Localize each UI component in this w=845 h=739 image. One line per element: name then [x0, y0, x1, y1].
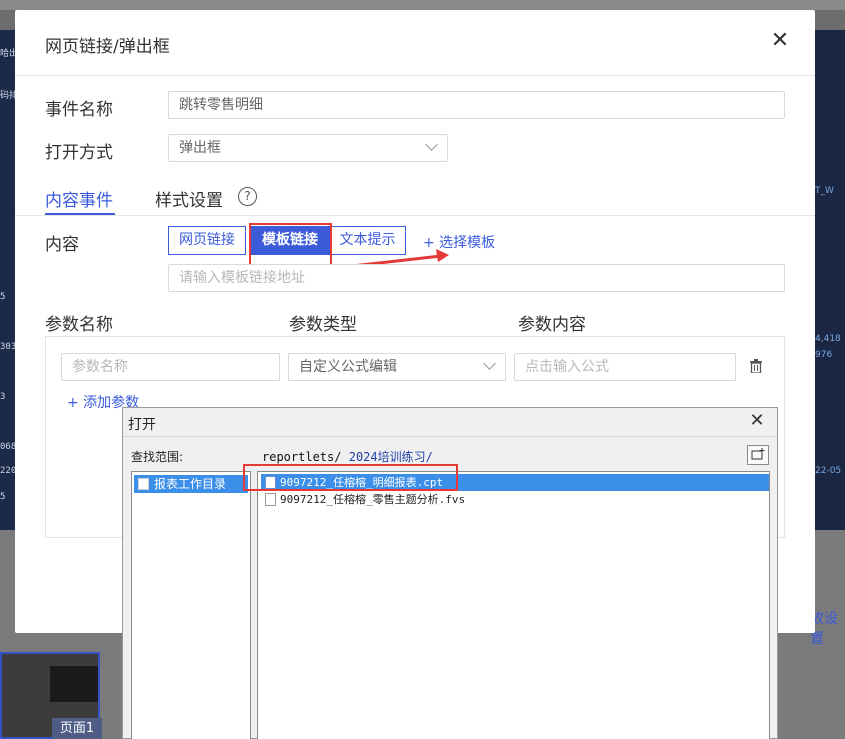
event-name-label: 事件名称: [45, 100, 113, 120]
tab-content-event[interactable]: 内容事件: [45, 186, 113, 211]
look-in-label: 查找范围:: [131, 450, 184, 464]
page-label[interactable]: 页面1: [52, 718, 102, 739]
open-mode-select[interactable]: 弹出框: [168, 134, 448, 162]
new-folder-icon: [751, 448, 765, 460]
content-label: 内容: [45, 235, 79, 255]
backdrop-text: 22-05: [815, 466, 842, 476]
backdrop-left-strip: [0, 30, 16, 530]
path-prefix: reportlets/: [262, 450, 342, 464]
backdrop-text: T_W: [815, 186, 834, 196]
current-path[interactable]: reportlets/ 2024培训练习/: [262, 448, 433, 465]
backdrop-text: 5: [0, 492, 6, 502]
backdrop-text: 4,418: [815, 334, 841, 344]
param-type-select[interactable]: 自定义公式编辑: [288, 353, 506, 381]
divider: [15, 215, 815, 216]
thumbnail-preview: [50, 666, 98, 702]
param-type-header: 参数类型: [289, 315, 357, 335]
dialog-title: 网页链接/弹出框: [45, 37, 170, 57]
help-icon[interactable]: ?: [238, 187, 257, 206]
backdrop-top: [0, 0, 845, 10]
file-item[interactable]: 9097212_任榕榕_零售主题分析.fvs: [261, 491, 769, 508]
close-icon[interactable]: ✕: [769, 30, 791, 52]
segment-web-link[interactable]: 网页链接: [168, 226, 246, 255]
open-file-dialog: 打开 ✕ 查找范围: reportlets/ 2024培训练习/ 报表工作目录 …: [122, 407, 778, 739]
backdrop-text: 3: [0, 392, 6, 402]
fvs-file-icon: [265, 493, 276, 506]
file-name: 9097212_任榕榕_零售主题分析.fvs: [280, 493, 466, 506]
divider: [15, 75, 815, 76]
backdrop-text: 068: [0, 442, 17, 452]
highlight-box: [249, 223, 332, 270]
settings-link-partial[interactable]: 故设置: [810, 608, 845, 648]
event-name-input[interactable]: 跳转零售明细: [168, 91, 785, 119]
highlight-box: [243, 464, 458, 491]
file-list: 9097212_任榕榕_明细报表.cpt 9097212_任榕榕_零售主题分析.…: [257, 471, 770, 739]
close-icon[interactable]: ✕: [747, 411, 767, 431]
new-folder-button[interactable]: [747, 445, 769, 465]
open-dialog-title: 打开: [128, 417, 156, 433]
template-url-input[interactable]: 请输入模板链接地址: [168, 264, 785, 292]
tab-style-settings[interactable]: 样式设置: [155, 186, 223, 211]
backdrop-text: 5: [0, 292, 6, 302]
tree-item-report-dir[interactable]: 报表工作目录: [134, 475, 248, 493]
tree-item-label: 报表工作目录: [154, 477, 227, 491]
trash-icon[interactable]: [750, 359, 762, 373]
param-name-header: 参数名称: [45, 315, 113, 335]
param-content-header: 参数内容: [518, 315, 586, 335]
backdrop-text: 976: [815, 350, 833, 360]
backdrop-right-panel: [815, 30, 845, 530]
open-mode-label: 打开方式: [45, 143, 113, 163]
backdrop-text: 220: [0, 466, 17, 476]
param-name-input[interactable]: 参数名称: [61, 353, 280, 381]
folder-icon: [138, 478, 149, 490]
select-template-link[interactable]: + 选择模板: [423, 232, 495, 252]
path-folder: 2024培训练习/: [348, 450, 433, 464]
directory-tree: 报表工作目录: [131, 471, 251, 739]
param-content-input[interactable]: 点击输入公式: [514, 353, 736, 381]
